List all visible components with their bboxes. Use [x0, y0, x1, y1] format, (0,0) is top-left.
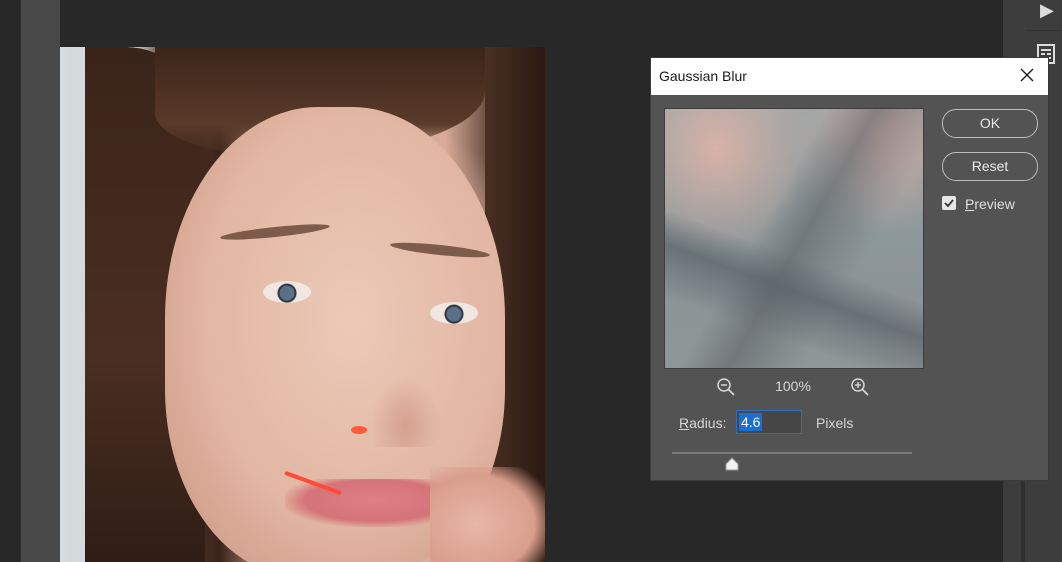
- radius-input[interactable]: 4.6: [736, 410, 802, 434]
- dialog-title: Gaussian Blur: [659, 68, 747, 84]
- radius-units: Pixels: [816, 415, 854, 431]
- close-button[interactable]: [1014, 64, 1040, 88]
- hand: [430, 467, 545, 562]
- preview-checkbox[interactable]: [942, 196, 956, 210]
- gaussian-blur-dialog: Gaussian Blur 100% Radius: 4.6 Pixels OK…: [650, 57, 1049, 481]
- preview-window[interactable]: [664, 108, 924, 369]
- radius-label: Radius:: [679, 415, 727, 431]
- document-image[interactable]: [45, 47, 545, 562]
- panel-divider: [1026, 30, 1062, 31]
- zoom-in-icon: [851, 378, 869, 396]
- nose-mark: [351, 426, 367, 434]
- panel-dock: [20, 0, 60, 562]
- play-icon[interactable]: ▶: [1040, 0, 1054, 21]
- radius-slider-track[interactable]: [672, 452, 912, 454]
- zoom-in-button[interactable]: [850, 377, 872, 397]
- radius-slider-thumb[interactable]: [724, 457, 740, 471]
- nose: [370, 377, 440, 447]
- preview-label[interactable]: Preview: [965, 196, 1015, 212]
- left-eye: [263, 281, 311, 303]
- zoom-controls: 100%: [664, 376, 922, 398]
- zoom-level: 100%: [775, 378, 811, 394]
- dialog-titlebar[interactable]: Gaussian Blur: [651, 58, 1048, 95]
- checkmark-icon: [944, 199, 954, 208]
- close-icon: [1020, 68, 1034, 82]
- ok-button[interactable]: OK: [942, 109, 1038, 138]
- reset-button[interactable]: Reset: [942, 152, 1038, 181]
- radius-value: 4.6: [739, 413, 763, 431]
- right-eye: [430, 302, 478, 324]
